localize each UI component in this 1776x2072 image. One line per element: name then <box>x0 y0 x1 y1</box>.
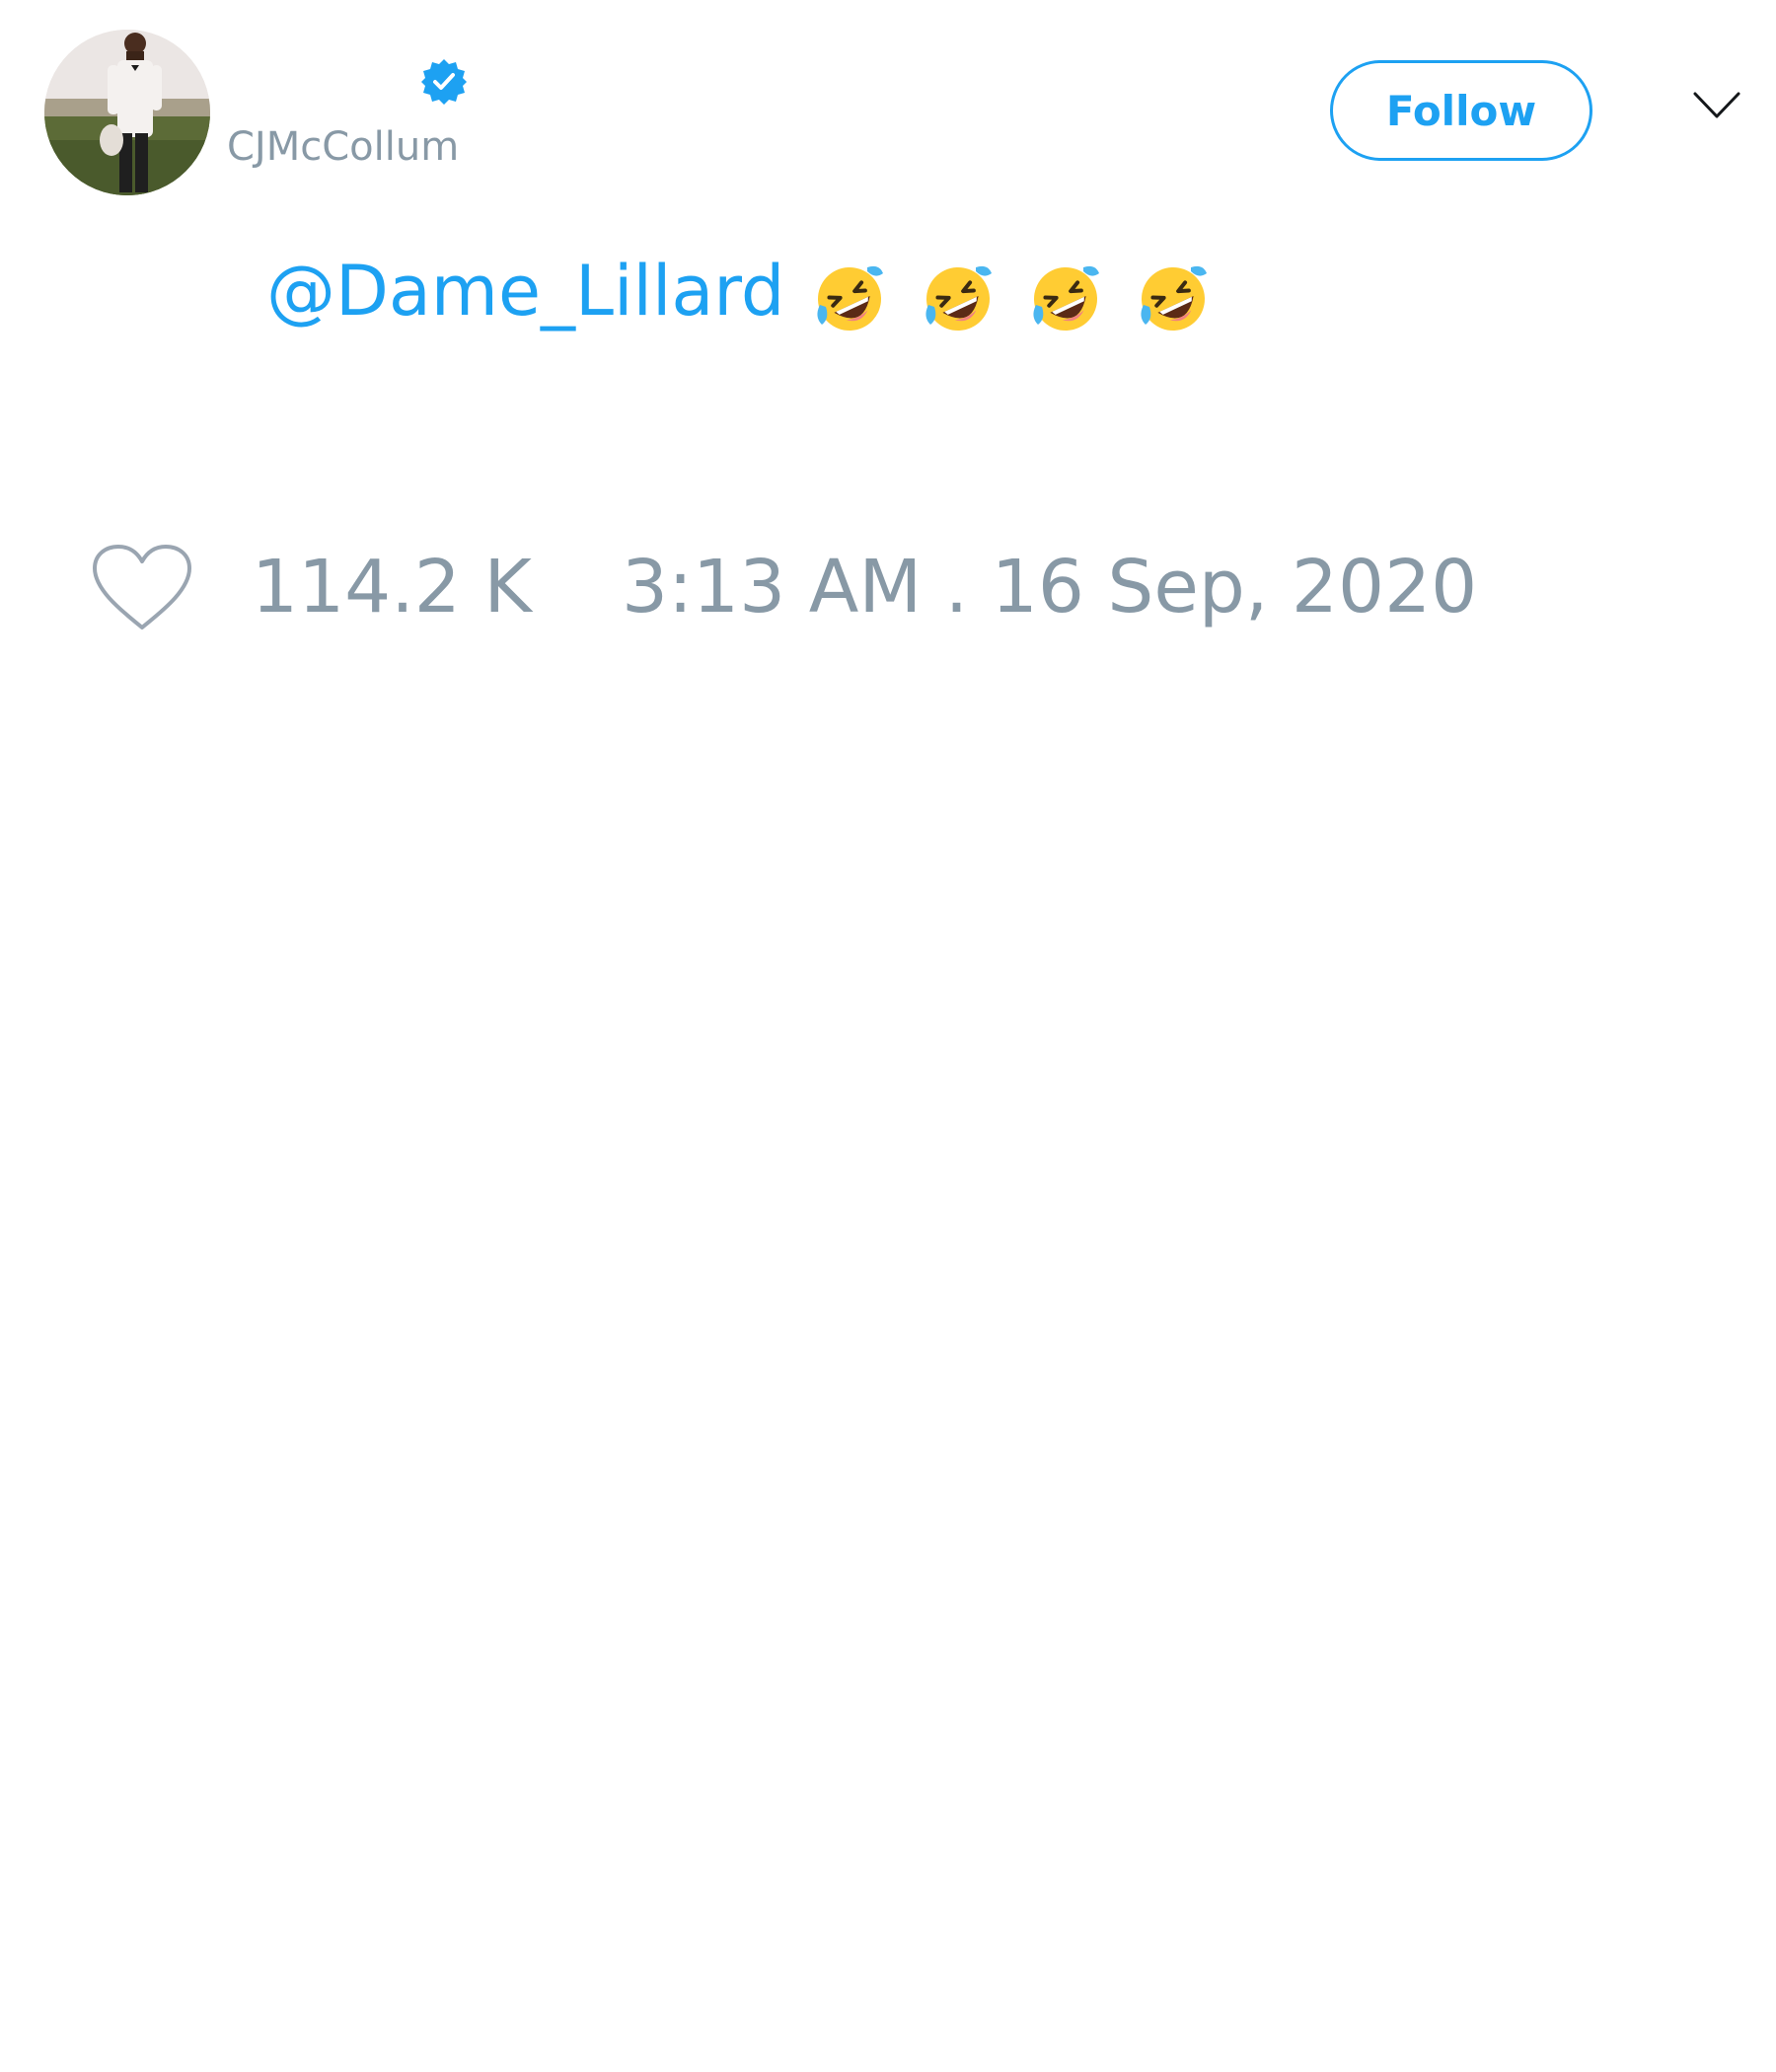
chevron-down-icon[interactable] <box>1693 91 1740 120</box>
user-info: CJMcCollum <box>227 55 523 178</box>
tweet-text: @Dame_Lillard <box>266 251 1221 332</box>
emoji-row <box>812 255 1221 336</box>
rofl-emoji-icon <box>1136 261 1211 336</box>
rofl-emoji-icon <box>921 261 996 336</box>
heart-outline-icon[interactable] <box>89 541 195 633</box>
user-avatar[interactable] <box>44 30 210 195</box>
verified-badge-icon <box>419 57 469 107</box>
tweet-timestamp[interactable]: 3:13 AM . 16 Sep, 2020 <box>622 541 1477 633</box>
follow-button[interactable]: Follow <box>1330 60 1592 161</box>
avatar-photo-icon <box>44 30 210 195</box>
user-handle[interactable]: CJMcCollum <box>227 122 459 172</box>
like-count[interactable]: 114.2 K <box>252 541 532 633</box>
tweet-card: CJMcCollum Follow @Dame_Lillard 114.2 K … <box>0 0 1776 2072</box>
rofl-emoji-icon <box>812 261 887 336</box>
tweet-actions: 114.2 K 3:13 AM . 16 Sep, 2020 <box>89 541 1569 639</box>
rofl-emoji-icon <box>1028 261 1103 336</box>
mention-link[interactable]: @Dame_Lillard <box>266 251 784 332</box>
